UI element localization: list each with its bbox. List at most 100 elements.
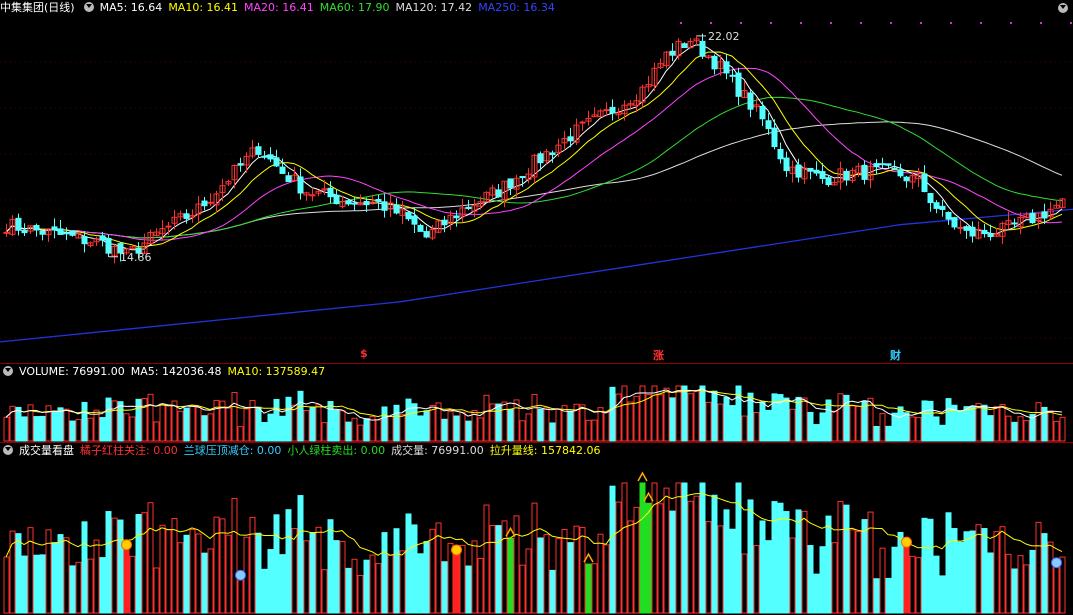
volume-bar xyxy=(147,393,154,442)
volume-bar xyxy=(387,554,394,614)
volume-bar xyxy=(285,509,292,614)
volume-bar xyxy=(531,394,538,442)
volume-bar xyxy=(3,416,10,442)
volume-bar xyxy=(195,407,202,442)
top-dot xyxy=(860,22,862,24)
candle-body xyxy=(711,55,718,70)
top-dot xyxy=(950,22,952,24)
top-dot xyxy=(800,22,802,24)
top-dot xyxy=(920,22,922,24)
volume-bar xyxy=(801,397,808,442)
volume-bar xyxy=(873,578,880,614)
volume-bar xyxy=(327,519,334,614)
volume-bar xyxy=(495,403,502,442)
candle-body xyxy=(699,40,706,57)
volume-bar xyxy=(705,521,712,614)
volume-bar xyxy=(585,563,592,614)
candle-body xyxy=(1041,211,1048,219)
volume-bar xyxy=(567,542,574,614)
volume-bar xyxy=(165,529,172,614)
candle-body xyxy=(783,157,790,172)
volume-bar xyxy=(843,504,850,614)
volume-panel: VOLUME: 76991.00 MA5: 142036.48 MA10: 1375… xyxy=(0,364,1073,442)
volume-bar xyxy=(519,564,526,614)
event-marker-cai[interactable]: 财 xyxy=(890,347,901,363)
volume-bar xyxy=(531,502,538,614)
volume-bar xyxy=(651,482,658,614)
candle-body xyxy=(933,202,940,209)
candle-body xyxy=(861,164,868,180)
candle-body xyxy=(819,171,826,179)
volume-bar xyxy=(381,406,388,442)
volume-bar xyxy=(15,533,22,614)
volume-bar xyxy=(693,495,700,614)
volume-bar xyxy=(957,541,964,614)
candle-body xyxy=(537,153,544,164)
volume-bar xyxy=(123,548,130,614)
volume-bar xyxy=(255,532,262,614)
volume-bar xyxy=(21,555,28,614)
volume-bar xyxy=(207,548,214,614)
candle-body xyxy=(441,219,448,226)
event-marker-zhang[interactable]: 涨 xyxy=(653,347,664,363)
volume-bar xyxy=(249,400,256,442)
candle-body xyxy=(15,217,22,231)
candle-body xyxy=(729,74,736,77)
volume-bar xyxy=(603,411,610,442)
candle-body xyxy=(681,43,688,49)
volume-bar xyxy=(987,415,994,442)
volume-bar xyxy=(561,528,568,614)
volume-bar xyxy=(783,397,790,442)
volume-bar xyxy=(537,537,544,614)
volume-bar xyxy=(483,394,490,442)
volume-bar xyxy=(447,411,454,442)
volume-bar xyxy=(1047,410,1054,442)
volume-bar xyxy=(21,416,28,442)
orange-ball-marker xyxy=(901,536,912,548)
volume-bar xyxy=(351,417,358,442)
candle-body xyxy=(273,157,280,167)
event-marker-dollar[interactable]: $ xyxy=(360,347,368,360)
volume-bar xyxy=(267,549,274,614)
volume-bar xyxy=(357,575,364,614)
price-chart: 22.02 14.86 xyxy=(0,22,1073,343)
volume-bar xyxy=(795,509,802,614)
volume-bar xyxy=(1035,402,1042,442)
volume-bar xyxy=(459,411,466,442)
volume-bar xyxy=(309,532,316,614)
volume-bar xyxy=(357,424,364,442)
volume-bar xyxy=(243,408,250,442)
candle-body xyxy=(375,199,382,202)
volume-bar xyxy=(687,393,694,442)
volume-bar xyxy=(339,410,346,442)
volume-bar xyxy=(555,538,562,614)
volume-bar xyxy=(867,511,874,614)
volume-bar xyxy=(609,386,616,442)
volume-bar xyxy=(399,550,406,614)
volume-bar xyxy=(861,519,868,614)
candle-body xyxy=(51,226,58,231)
volume-bar xyxy=(525,548,532,614)
volume-bar xyxy=(3,556,10,614)
volume-bar xyxy=(69,565,76,614)
volume-bar xyxy=(429,405,436,442)
volume-bar xyxy=(501,401,508,442)
volume-bar xyxy=(645,394,652,442)
volume-bar xyxy=(585,419,592,442)
volume-bar xyxy=(849,405,856,442)
volume-bar xyxy=(1017,416,1024,442)
candle-body xyxy=(351,202,358,205)
volume-bar xyxy=(99,557,106,614)
volume-bar xyxy=(981,404,988,442)
volume-bar xyxy=(117,401,124,442)
volume-bar xyxy=(621,385,628,442)
volume-bar xyxy=(303,540,310,614)
volume-bar xyxy=(1005,553,1012,614)
candle-body xyxy=(165,225,172,228)
volume-bar xyxy=(927,518,934,614)
volume-bar xyxy=(759,401,766,442)
volume-bar xyxy=(465,565,472,614)
volume-bar xyxy=(555,409,562,442)
volume-bar xyxy=(987,552,994,614)
volume-bar xyxy=(753,411,760,442)
